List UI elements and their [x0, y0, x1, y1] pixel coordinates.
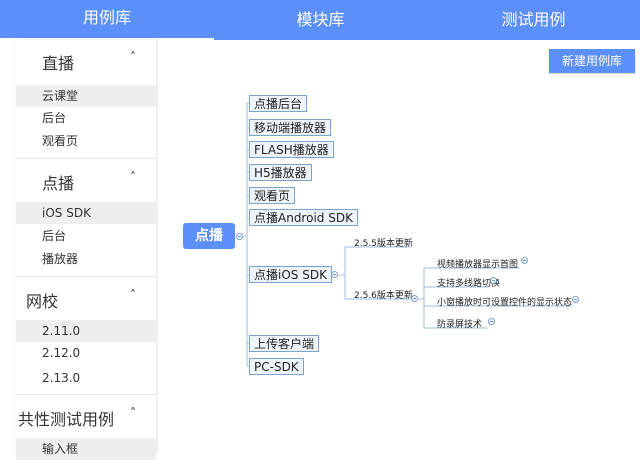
mindmap-branch-node[interactable]: 点播iOS SDK: [249, 266, 332, 283]
expand-icon[interactable]: [572, 296, 579, 303]
expand-icon[interactable]: [488, 318, 495, 325]
mindmap-feature-node[interactable]: 防录屏技术: [437, 317, 482, 330]
collapse-icon[interactable]: [411, 295, 418, 302]
mindmap-root-node[interactable]: 点播: [183, 223, 235, 249]
mindmap-branch-node[interactable]: 点播后台: [249, 95, 308, 112]
mindmap-connectors: [243, 102, 572, 367]
mindmap-branch-node[interactable]: 点播Android SDK: [249, 209, 358, 226]
mindmap-branch-node[interactable]: H5播放器: [249, 164, 312, 181]
expand-icon[interactable]: [521, 257, 528, 264]
mindmap-feature-node[interactable]: 小窗播放时可设置控件的显示状态: [437, 295, 572, 308]
collapse-icon[interactable]: [236, 233, 243, 240]
mindmap-branch-node[interactable]: PC-SDK: [249, 358, 304, 375]
collapse-icon[interactable]: [331, 271, 338, 278]
mindmap-branch-node[interactable]: 观看页: [249, 187, 296, 204]
mindmap-feature-node[interactable]: 视频播放器显示首图: [437, 257, 518, 270]
expand-icon[interactable]: [490, 277, 497, 284]
mindmap-version-node[interactable]: 2.5.6版本更新: [354, 288, 413, 301]
mindmap-branch-node[interactable]: 移动端播放器: [249, 119, 332, 136]
mindmap-branch-node[interactable]: 上传客户端: [249, 335, 320, 352]
mindmap: 点播 点播后台 移动端播放器 FLASH播放器 H5播放器 观看页 点播Andr…: [0, 0, 640, 454]
mindmap-version-node[interactable]: 2.5.5版本更新: [354, 236, 413, 249]
mindmap-branch-node[interactable]: FLASH播放器: [249, 141, 334, 158]
